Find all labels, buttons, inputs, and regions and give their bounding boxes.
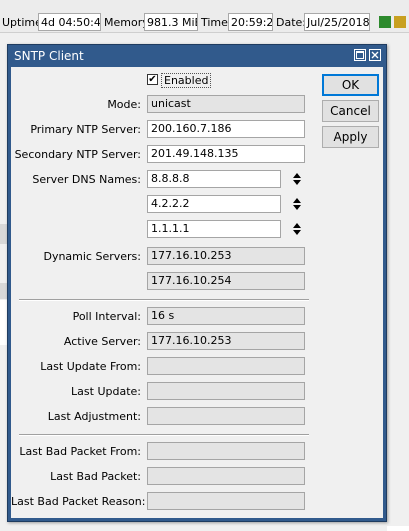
dns-name-2-updown-icon[interactable] xyxy=(291,195,303,213)
apply-button[interactable]: Apply xyxy=(322,126,379,148)
last-bad-packet-reason-label: Last Bad Packet Reason: xyxy=(11,495,146,508)
last-update-from-field xyxy=(147,357,305,375)
memory-value: 981.3 MiB xyxy=(144,13,198,31)
status-lock-icon xyxy=(394,16,406,28)
dns-name-3-updown-icon[interactable] xyxy=(291,220,303,238)
dialog-titlebar[interactable]: SNTP Client xyxy=(8,45,386,67)
poll-interval-field: 16 s xyxy=(147,307,305,325)
separator xyxy=(19,434,309,436)
dns-name-input-3[interactable]: 1.1.1.1 xyxy=(147,220,281,238)
maximize-icon xyxy=(356,51,364,59)
status-green-icon xyxy=(379,16,391,28)
dynamic-servers-label: Dynamic Servers: xyxy=(43,250,141,263)
time-value: 20:59:28 xyxy=(228,13,273,31)
sntp-client-dialog: SNTP Client ✔ Enabled Mode: unicast Prim… xyxy=(7,44,387,522)
close-button[interactable] xyxy=(369,49,381,61)
background-panel-strip xyxy=(0,224,7,244)
dns-name-1-updown-icon[interactable] xyxy=(291,170,303,188)
maximize-button[interactable] xyxy=(354,49,366,61)
active-server-label: Active Server: xyxy=(63,335,141,348)
last-bad-packet-from-label: Last Bad Packet From: xyxy=(19,445,141,458)
date-value: Jul/25/2018 xyxy=(304,13,370,31)
cancel-button[interactable]: Cancel xyxy=(322,100,379,122)
dns-name-input-1[interactable]: 8.8.8.8 xyxy=(147,170,281,188)
background-right xyxy=(387,40,409,531)
secondary-ntp-input[interactable]: 201.49.148.135 xyxy=(147,145,305,163)
last-update-label: Last Update: xyxy=(71,385,141,398)
close-icon xyxy=(371,51,379,59)
last-adjustment-field xyxy=(147,407,305,425)
dynamic-server-field-1: 177.16.10.253 xyxy=(147,247,305,265)
uptime-value: 4d 04:50:47 xyxy=(38,13,101,31)
last-update-field xyxy=(147,382,305,400)
dynamic-server-field-2: 177.16.10.254 xyxy=(147,272,305,290)
mode-label: Mode: xyxy=(107,98,141,111)
enabled-checkbox-box[interactable]: ✔ xyxy=(147,74,158,85)
last-bad-packet-from-field xyxy=(147,442,305,460)
dns-name-input-2[interactable]: 4.2.2.2 xyxy=(147,195,281,213)
secondary-ntp-label: Secondary NTP Server: xyxy=(14,148,141,161)
background-right-bottom xyxy=(387,526,409,531)
background-panel-strip xyxy=(0,283,7,299)
last-adjustment-label: Last Adjustment: xyxy=(47,410,141,423)
primary-ntp-input[interactable]: 200.160.7.186 xyxy=(147,120,305,138)
ok-button[interactable]: OK xyxy=(322,74,379,96)
last-update-from-label: Last Update From: xyxy=(40,360,141,373)
poll-interval-label: Poll Interval: xyxy=(72,310,141,323)
last-bad-packet-field xyxy=(147,467,305,485)
dialog-body: ✔ Enabled Mode: unicast Primary NTP Serv… xyxy=(11,67,383,518)
date-label: Date: xyxy=(276,16,306,29)
background-list xyxy=(0,300,7,345)
enabled-label: Enabled xyxy=(161,73,212,88)
separator xyxy=(19,299,309,301)
dns-names-label: Server DNS Names: xyxy=(32,173,141,186)
active-server-field: 177.16.10.253 xyxy=(147,332,305,350)
last-bad-packet-reason-field xyxy=(147,492,305,510)
mode-field: unicast xyxy=(147,95,305,113)
status-bar: Uptime: 4d 04:50:47 Memory: 981.3 MiB Ti… xyxy=(0,0,409,33)
last-bad-packet-label: Last Bad Packet: xyxy=(50,470,141,483)
dialog-title: SNTP Client xyxy=(14,49,84,63)
primary-ntp-label: Primary NTP Server: xyxy=(30,123,141,136)
